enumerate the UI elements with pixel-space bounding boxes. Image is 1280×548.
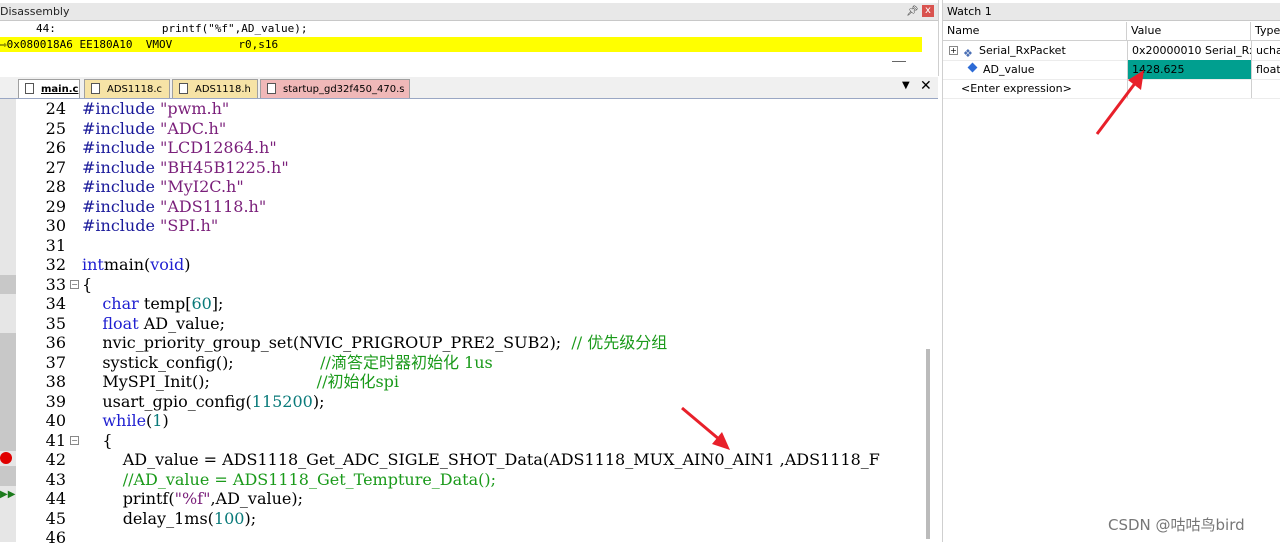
annotation-arrow-watch xyxy=(1095,70,1144,135)
annotation-overlay xyxy=(681,70,1144,450)
annotation-arrow-code xyxy=(681,406,730,450)
watermark: CSDN @咕咕鸟bird xyxy=(1108,516,1245,534)
